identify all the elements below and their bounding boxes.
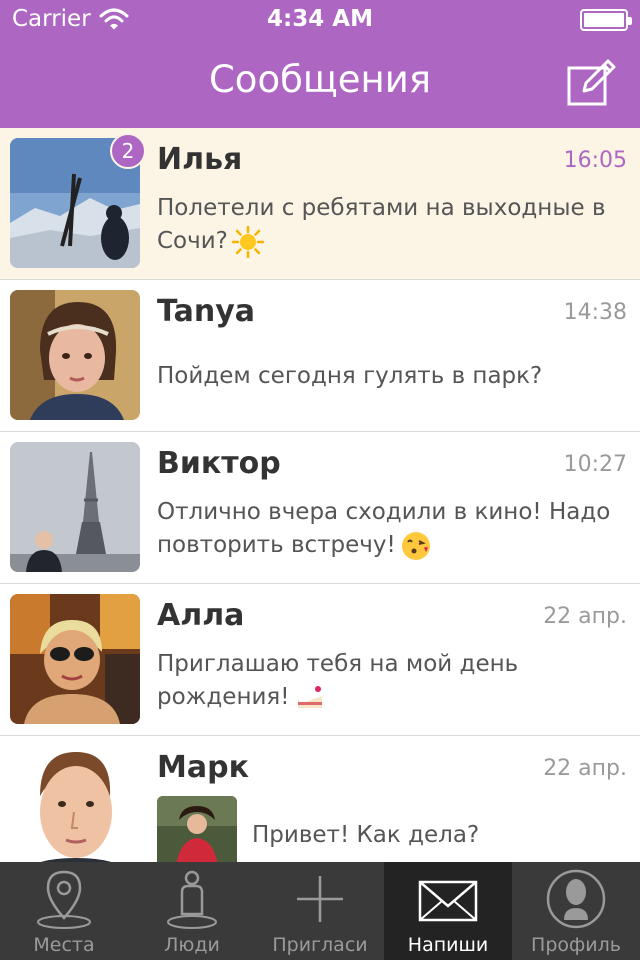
tab-invite[interactable]: Пригласи	[256, 862, 384, 960]
contact-name: Алла	[157, 598, 245, 633]
contact-name: Виктор	[157, 446, 281, 481]
message-time: 22 апр.	[543, 604, 627, 629]
tab-people[interactable]: Люди	[128, 862, 256, 960]
photo-attachment-thumbnail[interactable]	[157, 796, 237, 862]
page-title: Сообщения	[208, 58, 432, 101]
status-bar: Carrier 4:34 AM	[0, 0, 640, 40]
message-preview: Приглашаю тебя на мой день рождения!	[157, 648, 632, 714]
tab-write[interactable]: Напиши	[384, 862, 512, 960]
tab-profile[interactable]: Профиль	[512, 862, 640, 960]
kiss-emoji-icon	[401, 531, 430, 560]
envelope-icon	[418, 880, 478, 922]
contact-name: Илья	[157, 142, 243, 177]
nav-header: Carrier 4:34 AM Сообщения	[0, 0, 640, 128]
tab-label: Пригласи	[272, 934, 368, 956]
message-text: Привет! Как дела?	[252, 822, 480, 848]
message-preview: Привет! Как дела?	[252, 822, 479, 848]
message-preview: Отлично вчера сходили в кино! Надо повто…	[157, 496, 632, 562]
message-preview: Пойдем сегодня гулять в парк?	[157, 360, 632, 393]
conversation-row-alla[interactable]: Алла 22 апр. Приглашаю тебя на мой день …	[0, 584, 640, 736]
battery-icon	[580, 9, 632, 31]
avatar	[10, 746, 140, 862]
message-time: 14:38	[563, 300, 627, 325]
contact-name: Марк	[157, 750, 249, 785]
message-text: Отлично вчера сходили в кино! Надо повто…	[157, 499, 611, 558]
message-text: Пойдем сегодня гулять в парк?	[157, 363, 543, 389]
sun-emoji-icon	[231, 225, 264, 258]
conversation-row-ilya[interactable]: 2 Илья 16:05 Полетели с ребятами на выхо…	[0, 128, 640, 280]
location-pin-icon	[37, 870, 91, 929]
tab-places[interactable]: Места	[0, 862, 128, 960]
tab-label: Напиши	[407, 934, 489, 956]
conversation-row-viktor[interactable]: Виктор 10:27 Отлично вчера сходили в кин…	[0, 432, 640, 584]
cake-emoji-icon	[297, 685, 322, 708]
status-time: 4:34 AM	[267, 6, 373, 32]
avatar	[10, 442, 140, 572]
conversation-list: 2 Илья 16:05 Полетели с ребятами на выхо…	[0, 128, 640, 862]
message-preview: Полетели с ребятами на выходные в Сочи?	[157, 192, 632, 258]
contact-name: Tanya	[157, 294, 255, 329]
plus-icon	[297, 876, 343, 922]
compose-button[interactable]	[566, 58, 618, 108]
profile-icon	[546, 869, 606, 929]
message-time: 10:27	[563, 452, 627, 477]
avatar	[10, 290, 140, 420]
message-text: Полетели с ребятами на выходные в Сочи?	[157, 195, 606, 254]
tab-label: Люди	[164, 934, 220, 956]
avatar	[10, 594, 140, 724]
message-text: Приглашаю тебя на мой день рождения!	[157, 651, 519, 710]
tab-label: Профиль	[531, 934, 621, 956]
conversation-row-tanya[interactable]: Tanya 14:38 Пойдем сегодня гулять в парк…	[0, 280, 640, 432]
unread-badge: 2	[110, 133, 146, 169]
person-icon	[167, 870, 217, 929]
tab-bar: Места Люди Пригласи Напиши Профиль	[0, 862, 640, 960]
message-time: 16:05	[563, 148, 627, 173]
tab-label: Места	[33, 934, 95, 956]
conversation-row-mark[interactable]: Марк 22 апр. Привет! Как дела?	[0, 736, 640, 862]
message-time: 22 апр.	[543, 756, 627, 781]
